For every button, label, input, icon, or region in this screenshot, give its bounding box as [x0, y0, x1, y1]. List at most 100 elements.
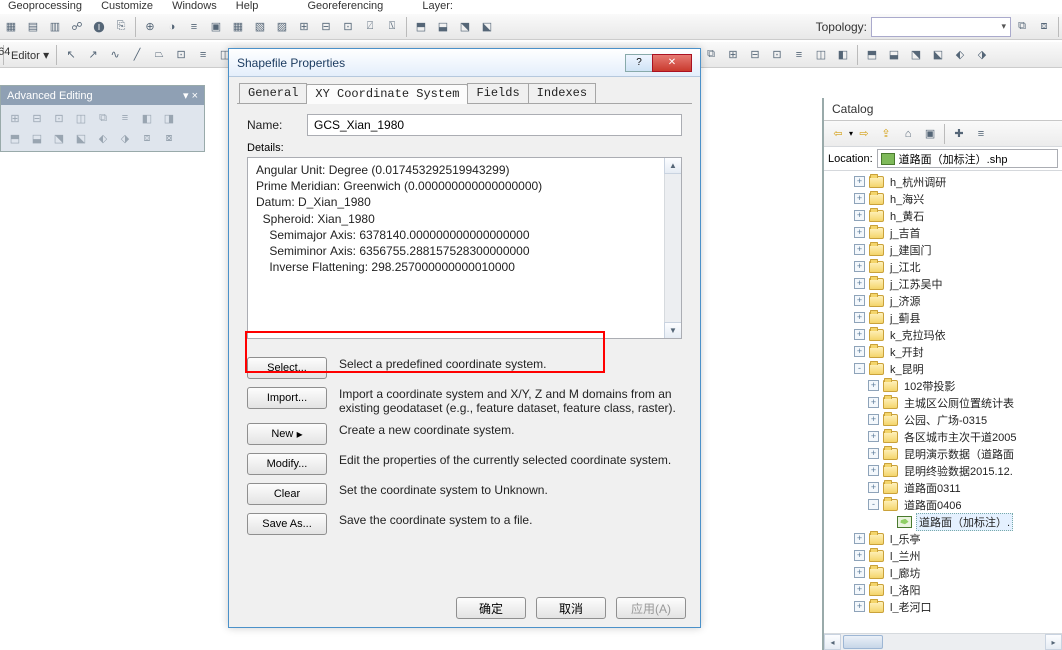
catalog-tree[interactable]: +h_杭州调研+h_海兴+h_黄石+j_吉首+j_建国门+j_江北+j_江苏吴中…: [824, 171, 1062, 613]
adv-tool-icon[interactable]: ⊟: [27, 108, 47, 128]
toolbar-icon[interactable]: ≡: [184, 17, 204, 37]
coordinate-system-name-input[interactable]: [307, 114, 682, 136]
toolbar-icon[interactable]: ▤: [23, 17, 43, 37]
toolbar-icon[interactable]: ⬗: [972, 45, 992, 65]
toolbar-icon[interactable]: ⊡: [171, 45, 191, 65]
menu-windows[interactable]: Windows: [164, 0, 225, 12]
toolbar-icon[interactable]: ⬓: [884, 45, 904, 65]
adv-tool-icon[interactable]: ◫: [71, 108, 91, 128]
clear-button[interactable]: Clear: [247, 483, 327, 505]
import-button[interactable]: Import...: [247, 387, 327, 409]
adv-tool-icon[interactable]: ⧈: [137, 128, 157, 148]
toolbar-icon[interactable]: ▥: [45, 17, 65, 37]
adv-tool-icon[interactable]: ⬒: [5, 128, 25, 148]
tree-item[interactable]: +k_克拉玛依: [826, 326, 1062, 343]
details-textbox[interactable]: Angular Unit: Degree (0.0174532925199432…: [247, 157, 682, 339]
expand-toggle[interactable]: +: [868, 380, 879, 391]
tree-item[interactable]: +h_海兴: [826, 190, 1062, 207]
expand-toggle[interactable]: +: [854, 210, 865, 221]
tree-item[interactable]: +l_兰州: [826, 547, 1062, 564]
tree-item[interactable]: +j_济源: [826, 292, 1062, 309]
toolbar-icon[interactable]: ⬕: [928, 45, 948, 65]
toolbar-icon[interactable]: ▦: [228, 17, 248, 37]
toolbar-icon[interactable]: ⬔: [455, 17, 475, 37]
tree-item[interactable]: +l_洛阳: [826, 581, 1062, 598]
select-button[interactable]: Select...: [247, 357, 327, 379]
dock-pin-icon[interactable]: ▾: [183, 90, 189, 102]
connect-folder-icon[interactable]: ✚: [948, 124, 970, 144]
scroll-right-icon[interactable]: ▸: [1045, 634, 1062, 650]
back-icon[interactable]: ⇦: [827, 124, 849, 144]
toolbar-icon[interactable]: ⬒: [862, 45, 882, 65]
tab-xy-coordinate-system[interactable]: XY Coordinate System: [306, 84, 468, 104]
adv-tool-icon[interactable]: ⧉: [93, 108, 113, 128]
toolbar-icon[interactable]: ⊕: [140, 17, 160, 37]
adv-tool-icon[interactable]: ◧: [137, 108, 157, 128]
expand-toggle[interactable]: +: [854, 278, 865, 289]
toolbar-icon[interactable]: 🅘: [89, 17, 109, 37]
scroll-left-icon[interactable]: ◂: [824, 634, 841, 650]
tab-fields[interactable]: Fields: [467, 83, 528, 103]
expand-toggle[interactable]: +: [854, 567, 865, 578]
toolbar-icon[interactable]: ⬕: [477, 17, 497, 37]
expand-toggle[interactable]: +: [854, 227, 865, 238]
adv-tool-icon[interactable]: ⬔: [49, 128, 69, 148]
toolbar-icon[interactable]: ↖: [61, 45, 81, 65]
adv-tool-icon[interactable]: ⧇: [159, 128, 179, 148]
tree-item[interactable]: +j_蓟县: [826, 309, 1062, 326]
menu-customize[interactable]: Customize: [93, 0, 161, 12]
toolbar-icon[interactable]: ⧈: [1034, 17, 1054, 37]
tree-item[interactable]: +昆明演示数据（道路面: [826, 445, 1062, 462]
toolbar-icon[interactable]: ☍: [67, 17, 87, 37]
adv-tool-icon[interactable]: ⊡: [49, 108, 69, 128]
dialog-titlebar[interactable]: Shapefile Properties ? ✕: [229, 49, 700, 77]
tree-item[interactable]: -道路面0406: [826, 496, 1062, 513]
topology-combo[interactable]: ▾: [871, 17, 1011, 37]
expand-toggle[interactable]: +: [854, 244, 865, 255]
toolbar-icon[interactable]: ⬔: [906, 45, 926, 65]
scroll-up-icon[interactable]: ▲: [664, 157, 682, 174]
expand-toggle[interactable]: +: [854, 295, 865, 306]
toolbar-icon[interactable]: ≡: [789, 45, 809, 65]
options-icon[interactable]: ≡: [970, 124, 992, 144]
tree-item[interactable]: +j_吉首: [826, 224, 1062, 241]
toolbar-icon[interactable]: ⊡: [338, 17, 358, 37]
scroll-thumb[interactable]: [843, 635, 883, 649]
expand-toggle[interactable]: +: [868, 431, 879, 442]
tree-item[interactable]: +l_乐亭: [826, 530, 1062, 547]
tree-item[interactable]: +公园、广场-0315: [826, 411, 1062, 428]
expand-toggle[interactable]: -: [868, 499, 879, 510]
forward-icon[interactable]: ⇨: [853, 124, 875, 144]
toolbar-icon[interactable]: ⊡: [767, 45, 787, 65]
apply-button[interactable]: 应用(A): [616, 597, 686, 619]
toolbar-icon[interactable]: ⏢: [149, 45, 169, 65]
tab-indexes[interactable]: Indexes: [528, 83, 596, 103]
tree-item[interactable]: +h_杭州调研: [826, 173, 1062, 190]
adv-tool-icon[interactable]: ⬖: [93, 128, 113, 148]
toolbar-icon[interactable]: ∿: [105, 45, 125, 65]
up-icon[interactable]: ⇪: [875, 124, 897, 144]
expand-toggle[interactable]: +: [868, 448, 879, 459]
expand-toggle[interactable]: +: [868, 482, 879, 493]
menu-geoprocessing[interactable]: Geoprocessing: [0, 0, 90, 12]
toolbar-icon[interactable]: ▣: [206, 17, 226, 37]
toolbar-icon[interactable]: ⊟: [316, 17, 336, 37]
tree-item[interactable]: +j_江苏吴中: [826, 275, 1062, 292]
adv-tool-icon[interactable]: ⬕: [71, 128, 91, 148]
adv-tool-icon[interactable]: ◨: [159, 108, 179, 128]
dialog-help-button[interactable]: ?: [625, 54, 653, 72]
dock-close-icon[interactable]: ×: [192, 90, 198, 102]
expand-toggle[interactable]: +: [854, 533, 865, 544]
expand-toggle[interactable]: +: [854, 550, 865, 561]
toolbar-icon[interactable]: ╱: [127, 45, 147, 65]
toolbar-icon[interactable]: ⬒: [411, 17, 431, 37]
toolbar-icon[interactable]: ◫: [811, 45, 831, 65]
toolbar-icon[interactable]: ▨: [272, 17, 292, 37]
expand-toggle[interactable]: +: [854, 601, 865, 612]
location-field[interactable]: 道路面（加标注）.shp: [877, 149, 1058, 168]
toolbar-icon[interactable]: ↗: [83, 45, 103, 65]
tree-item[interactable]: +主城区公厕位置统计表: [826, 394, 1062, 411]
expand-toggle[interactable]: +: [868, 414, 879, 425]
expand-toggle[interactable]: +: [854, 329, 865, 340]
scroll-down-icon[interactable]: ▼: [664, 322, 682, 339]
